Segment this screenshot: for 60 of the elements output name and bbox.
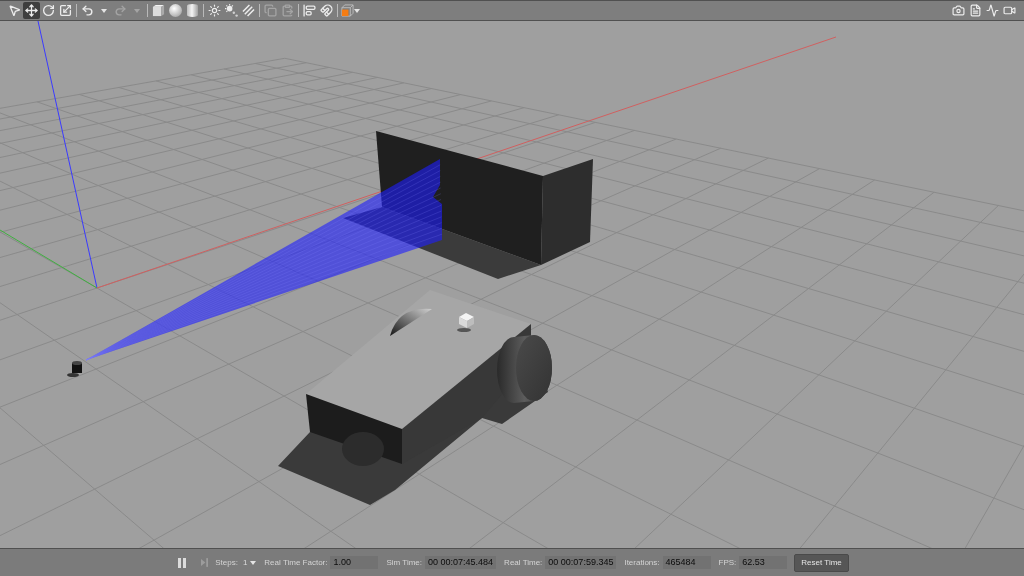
- wheel: [497, 335, 552, 403]
- steps-spinbox[interactable]: 1: [242, 558, 257, 567]
- steps-label: Steps:: [215, 558, 238, 567]
- readout-label: Real Time Factor:: [264, 558, 328, 567]
- snap-button[interactable]: [318, 2, 335, 19]
- caret-icon: [101, 8, 107, 13]
- sphere-icon: [169, 4, 182, 17]
- wheel: [342, 432, 384, 466]
- rotate-arrow-icon: [42, 4, 55, 17]
- sensor-shadow: [67, 373, 79, 377]
- plot-button[interactable]: [984, 2, 1001, 19]
- curved-fin: [390, 308, 432, 336]
- small-cube: [459, 313, 474, 328]
- laser-sensor: [72, 361, 82, 373]
- cube-icon: [152, 4, 165, 17]
- cylinder-icon: [187, 4, 198, 17]
- caret-icon: [250, 560, 257, 565]
- readout-field: 465484: [662, 556, 711, 569]
- point-light-button[interactable]: [206, 2, 223, 19]
- reset-time-button[interactable]: Reset Time: [794, 553, 849, 572]
- readout-field: 1.00: [330, 556, 379, 569]
- diagonal-lines-icon: [242, 4, 255, 17]
- readout-label: Sim Time:: [386, 558, 423, 567]
- pause-icon: [178, 557, 187, 568]
- paste-icon: [281, 4, 294, 17]
- readout-label: Real Time:: [504, 558, 543, 567]
- redo-arrow-icon: [114, 4, 127, 17]
- 3d-viewport[interactable]: [0, 21, 1024, 548]
- step-forward-icon: [200, 558, 208, 567]
- view-angle-button[interactable]: [340, 2, 360, 19]
- document-icon: [969, 4, 982, 17]
- copy-icon: [264, 4, 277, 17]
- magnet-icon: [320, 4, 333, 17]
- translate-mode-button[interactable]: [23, 2, 40, 19]
- box-shape-button[interactable]: [150, 2, 167, 19]
- spot-light-icon: [225, 4, 238, 17]
- readout-field: 62.53: [739, 556, 788, 569]
- readout-label: Iterations:: [624, 558, 660, 567]
- caret-icon: [353, 8, 360, 13]
- move-arrows-icon: [25, 4, 38, 17]
- undo-arrow-icon: [81, 4, 94, 17]
- video-camera-icon: [1003, 4, 1016, 17]
- align-left-icon: [303, 4, 316, 17]
- readout-label: FPS:: [718, 558, 737, 567]
- line-graph-icon: [986, 4, 999, 17]
- cylinder-shape-button[interactable]: [184, 2, 201, 19]
- scale-mode-button[interactable]: [57, 2, 74, 19]
- readout-field: 00 00:07:59.345: [545, 556, 617, 569]
- sphere-shape-button[interactable]: [167, 2, 184, 19]
- camera-icon: [952, 4, 965, 17]
- cube-shadow: [457, 328, 471, 332]
- spot-light-button[interactable]: [223, 2, 240, 19]
- readout-field: 00 00:07:45.484: [425, 556, 497, 569]
- view-cube-icon: [340, 4, 354, 17]
- square-diagonal-arrow-icon: [59, 4, 72, 17]
- align-button[interactable]: [301, 2, 318, 19]
- sun-icon: [208, 4, 221, 17]
- arrow-pointer-icon: [8, 4, 21, 17]
- directional-light-button[interactable]: [240, 2, 257, 19]
- caret-icon: [134, 8, 140, 13]
